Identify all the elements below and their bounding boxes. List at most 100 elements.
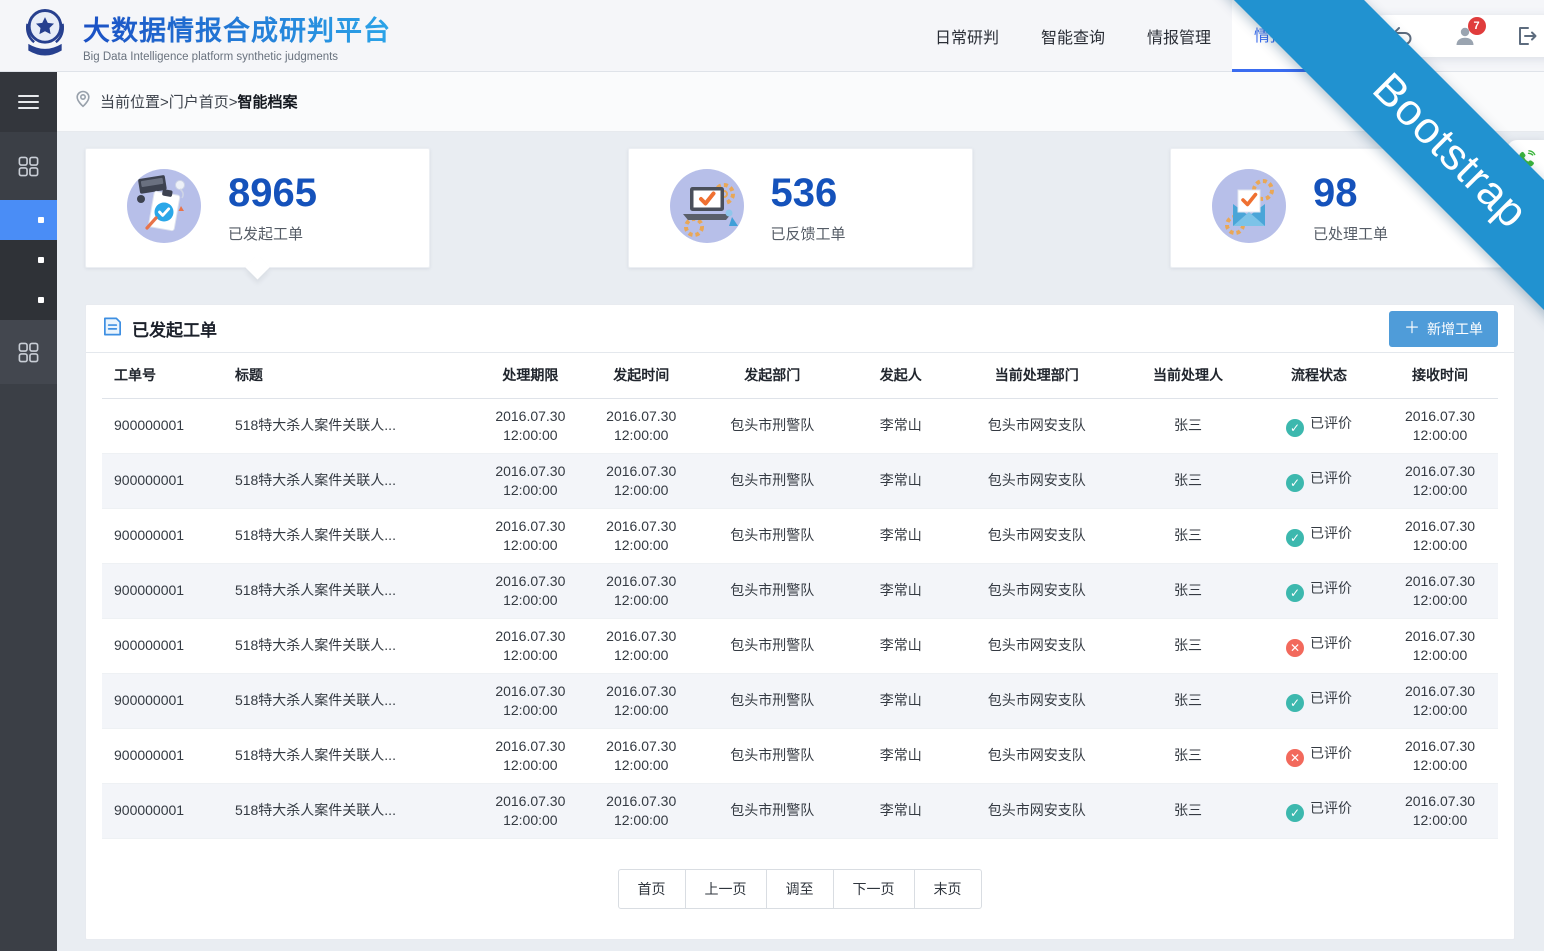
cell-status: ✓已评价 bbox=[1256, 398, 1382, 453]
cell-start-time: 2016.07.30 12:00:00 bbox=[586, 728, 697, 783]
cell-current-dept: 包头市网安支队 bbox=[954, 398, 1120, 453]
status-icon: ✓ bbox=[1286, 474, 1304, 492]
bullet-icon bbox=[38, 257, 44, 263]
column-header: 接收时间 bbox=[1382, 353, 1498, 398]
cell-receive-time: 2016.07.30 12:00:00 bbox=[1382, 783, 1498, 838]
page-button-1[interactable]: 首页 bbox=[618, 869, 686, 909]
sidebar-subitem-3[interactable] bbox=[0, 280, 57, 320]
cell-start-time: 2016.07.30 12:00:00 bbox=[586, 398, 697, 453]
cell-current-handler: 张三 bbox=[1120, 618, 1256, 673]
cell-title: 518特大杀人案件关联人... bbox=[223, 783, 475, 838]
cell-status: ✓ 已评价 bbox=[1256, 563, 1382, 618]
cell-current-dept: 包头市网安支队 bbox=[954, 673, 1120, 728]
column-header: 当前处理部门 bbox=[954, 353, 1120, 398]
stat-value: 98 bbox=[1313, 172, 1388, 214]
panel-title: 已发起工单 bbox=[132, 316, 217, 341]
table-row[interactable]: 900000001 518特大杀人案件关联人... 2016.07.30 12:… bbox=[102, 728, 1498, 783]
cell-start-dept: 包头市刑警队 bbox=[697, 728, 848, 783]
cell-deadline: 2016.07.30 12:00:00 bbox=[475, 453, 586, 508]
cell-current-handler: 张三 bbox=[1120, 563, 1256, 618]
stat-card-initiated[interactable]: 8965 已发起工单 bbox=[85, 148, 430, 268]
cell-current-handler: 张三 bbox=[1120, 783, 1256, 838]
cell-start-dept: 包头市刑警队 bbox=[697, 398, 848, 453]
cell-order-no: 900000001 bbox=[102, 398, 223, 453]
bullet-icon bbox=[38, 217, 44, 223]
status-label: 已评价 bbox=[1310, 580, 1352, 596]
grid-icon bbox=[17, 341, 40, 364]
app-logo: 大数据情报合成研判平台 Big Data Intelligence platfo… bbox=[0, 5, 391, 66]
status-icon: ✕ bbox=[1286, 749, 1304, 767]
sidebar-subitem-2[interactable] bbox=[0, 240, 57, 280]
table-row[interactable]: 900000001 518特大杀人案件关联人... 2016.07.30 12:… bbox=[102, 563, 1498, 618]
stat-value: 536 bbox=[771, 172, 846, 214]
cell-order-no: 900000001 bbox=[102, 783, 223, 838]
stat-label: 已反馈工单 bbox=[771, 223, 846, 244]
cell-current-handler: 张三 bbox=[1120, 453, 1256, 508]
cell-start-time: 2016.07.30 12:00:00 bbox=[586, 508, 697, 563]
cell-status: ✓ 已评价 bbox=[1256, 673, 1382, 728]
status-icon: ✓ bbox=[1286, 694, 1304, 712]
sidebar-item-modules-2[interactable] bbox=[0, 320, 57, 384]
cell-status: ✓已评价 bbox=[1256, 783, 1382, 838]
page-button-2[interactable]: 上一页 bbox=[685, 869, 767, 909]
nav-item-1[interactable]: 日常研判 bbox=[914, 0, 1020, 72]
column-header: 流程状态 bbox=[1256, 353, 1382, 398]
table-row[interactable]: 900000001 518特大杀人案件关联人... 2016.07.30 12:… bbox=[102, 398, 1498, 453]
stat-label: 已处理工单 bbox=[1313, 223, 1388, 244]
cell-start-time: 2016.07.30 12:00:00 bbox=[586, 783, 697, 838]
stats-row: 8965 已发起工单 536 bbox=[85, 148, 1515, 268]
add-workorder-button[interactable]: ＋ 新增工单 bbox=[1389, 311, 1498, 347]
cell-order-no: 900000001 bbox=[102, 453, 223, 508]
user-notification-icon[interactable]: 7 bbox=[1453, 24, 1477, 48]
page-button-4[interactable]: 下一页 bbox=[833, 869, 915, 909]
table-row[interactable]: 900000001 518特大杀人案件关联人... 2016.07.30 12:… bbox=[102, 673, 1498, 728]
sidebar-submenu bbox=[0, 200, 57, 320]
sidebar-toggle-button[interactable] bbox=[0, 72, 57, 132]
nav-item-2[interactable]: 智能查询 bbox=[1020, 0, 1126, 72]
cell-deadline: 2016.07.30 12:00:00 bbox=[475, 673, 586, 728]
cell-starter: 李常山 bbox=[848, 673, 954, 728]
page-button-3[interactable]: 调至 bbox=[766, 869, 834, 909]
main-content: 8965 已发起工单 536 bbox=[57, 132, 1544, 951]
column-header: 处理期限 bbox=[475, 353, 586, 398]
hamburger-icon bbox=[18, 91, 39, 113]
column-header: 发起部门 bbox=[697, 353, 848, 398]
table-row[interactable]: 900000001 518特大杀人案件关联人... 2016.07.30 12:… bbox=[102, 508, 1498, 563]
nav-item-3[interactable]: 情报管理 bbox=[1126, 0, 1232, 72]
cell-current-dept: 包头市网安支队 bbox=[954, 563, 1120, 618]
cell-current-dept: 包头市网安支队 bbox=[954, 783, 1120, 838]
stat-card-feedback[interactable]: 536 已反馈工单 bbox=[628, 148, 973, 268]
page-button-5[interactable]: 末页 bbox=[914, 869, 982, 909]
cell-title: 518特大杀人案件关联人... bbox=[223, 563, 475, 618]
cell-receive-time: 2016.07.30 12:00:00 bbox=[1382, 673, 1498, 728]
workorder-table: 工单号标题处理期限发起时间发起部门发起人当前处理部门当前处理人流程状态接收时间 … bbox=[102, 353, 1498, 839]
cell-receive-time: 2016.07.30 12:00:00 bbox=[1382, 728, 1498, 783]
cell-start-time: 2016.07.30 12:00:00 bbox=[586, 563, 697, 618]
status-icon: ✓ bbox=[1286, 584, 1304, 602]
cell-title: 518特大杀人案件关联人... bbox=[223, 673, 475, 728]
logout-icon[interactable] bbox=[1515, 24, 1539, 48]
cell-current-handler: 张三 bbox=[1120, 508, 1256, 563]
sidebar-subitem-1[interactable] bbox=[0, 200, 57, 240]
column-header: 当前处理人 bbox=[1120, 353, 1256, 398]
cell-current-dept: 包头市网安支队 bbox=[954, 618, 1120, 673]
cell-start-dept: 包头市刑警队 bbox=[697, 508, 848, 563]
cell-start-dept: 包头市刑警队 bbox=[697, 783, 848, 838]
table-row[interactable]: 900000001 518特大杀人案件关联人... 2016.07.30 12:… bbox=[102, 783, 1498, 838]
cell-order-no: 900000001 bbox=[102, 618, 223, 673]
table-row[interactable]: 900000001 518特大杀人案件关联人... 2016.07.30 12:… bbox=[102, 618, 1498, 673]
stat-value: 8965 bbox=[228, 172, 317, 214]
status-label: 已评价 bbox=[1310, 690, 1352, 706]
cell-receive-time: 2016.07.30 12:00:00 bbox=[1382, 563, 1498, 618]
cell-deadline: 2016.07.30 12:00:00 bbox=[475, 783, 586, 838]
location-pin-icon bbox=[75, 90, 91, 113]
workorder-panel: 已发起工单 ＋ 新增工单 工单号标题处理期限发起时间发起部门发起人当前处理部门当… bbox=[85, 304, 1515, 940]
clipboard-check-illustration bbox=[126, 168, 202, 249]
cell-starter: 李常山 bbox=[848, 563, 954, 618]
sidebar-item-modules[interactable] bbox=[0, 132, 57, 200]
table-row[interactable]: 900000001 518特大杀人案件关联人... 2016.07.30 12:… bbox=[102, 453, 1498, 508]
cell-start-dept: 包头市刑警队 bbox=[697, 673, 848, 728]
status-label: 已评价 bbox=[1310, 800, 1352, 816]
app-subtitle: Big Data Intelligence platform synthetic… bbox=[83, 51, 391, 63]
notification-badge: 7 bbox=[1468, 17, 1486, 35]
